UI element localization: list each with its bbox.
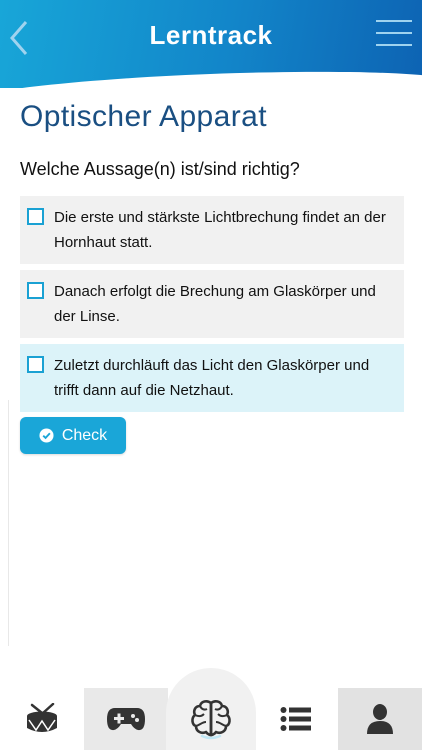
gamepad-icon: [107, 708, 145, 731]
option-text: Zuletzt durchläuft das Licht den Glaskör…: [54, 357, 370, 399]
menu-button[interactable]: [376, 20, 412, 50]
answer-option-2[interactable]: Danach erfolgt die Brechung am Glaskörpe…: [20, 270, 404, 338]
option-text: Danach erfolgt die Brechung am Glaskörpe…: [54, 283, 376, 325]
answer-options: Die erste und stärkste Lichtbrechung fin…: [20, 196, 404, 418]
checkbox-unchecked[interactable]: [27, 208, 44, 225]
app-header: Lerntrack: [0, 0, 422, 88]
list-icon: [280, 707, 311, 731]
check-button[interactable]: Check: [20, 417, 126, 454]
tab-list[interactable]: [254, 688, 338, 750]
hamburger-menu-icon: [376, 20, 412, 22]
checkbox-unchecked[interactable]: [27, 282, 44, 299]
checkbox-checked[interactable]: [27, 356, 44, 373]
drum-icon: [27, 703, 57, 732]
tab-learn[interactable]: [166, 668, 256, 750]
content-divider: [8, 400, 9, 646]
tab-drum[interactable]: [0, 688, 84, 750]
checkmark-icon: [30, 360, 41, 370]
user-icon: [367, 704, 393, 734]
option-text: Die erste und stärkste Lichtbrechung fin…: [54, 209, 386, 251]
brain-icon: [190, 698, 232, 745]
question-text: Welche Aussage(n) ist/sind richtig?: [20, 159, 300, 179]
app-title: Lerntrack: [149, 20, 273, 50]
page-title: Optischer Apparat: [20, 100, 267, 133]
check-circle-icon: [39, 428, 54, 443]
check-button-label: Check: [61, 426, 108, 444]
answer-option-1[interactable]: Die erste und stärkste Lichtbrechung fin…: [20, 196, 404, 264]
tab-profile[interactable]: [338, 688, 422, 750]
answer-option-3[interactable]: Zuletzt durchläuft das Licht den Glaskör…: [20, 344, 404, 412]
tab-games[interactable]: [84, 688, 168, 750]
